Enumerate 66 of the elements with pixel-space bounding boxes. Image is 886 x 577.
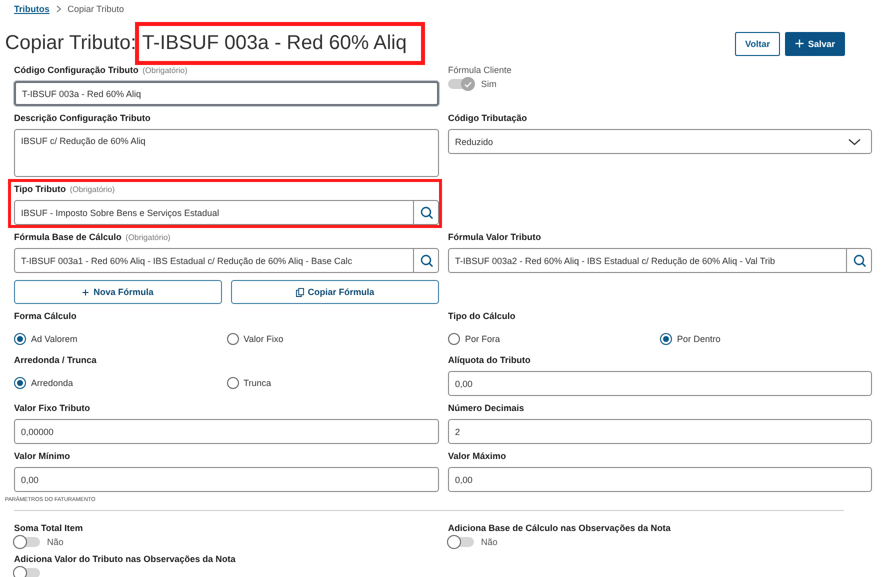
field-label: Código Tributação [448, 113, 528, 123]
check-icon [464, 80, 472, 88]
input-field[interactable]: T-IBSUF 003a - Red 60% Aliq [14, 81, 439, 106]
toggle-switch[interactable] [448, 537, 474, 547]
search-icon [852, 254, 866, 267]
radio-button[interactable] [660, 333, 672, 345]
new-formula-button[interactable]: Nova Fórmula [14, 280, 222, 304]
lookup-field[interactable]: T-IBSUF 003a1 - Red 60% Aliq - IBS Estadual c/ Redução de 60% Aliq - Base Calc [14, 248, 439, 273]
field-label: Número Decimais [448, 403, 524, 413]
input-field[interactable]: 0,00000 [14, 419, 439, 444]
radio-label: Valor Fixo [244, 334, 284, 344]
field-label: Fórmula Cliente [448, 65, 512, 75]
radio-label: Por Fora [465, 334, 500, 344]
input-field[interactable]: 0,00 [14, 467, 439, 492]
radio-button[interactable] [14, 377, 26, 389]
radio-button[interactable] [14, 333, 26, 345]
required-hint: (Obrigatório) [126, 233, 170, 242]
input-field[interactable]: 0,00 [448, 467, 872, 492]
field-label: Valor Fixo Tributo [14, 403, 90, 413]
toggle-label: Não [481, 537, 498, 547]
save-button[interactable]: Salvar [784, 32, 845, 56]
field-label: Tipo Tributo [14, 184, 66, 194]
breadcrumb-current: Copiar Tributo [68, 4, 124, 14]
radio-button[interactable] [448, 333, 460, 345]
toggle-switch[interactable] [14, 537, 40, 547]
toggle-switch[interactable] [14, 568, 40, 577]
radio-label: Por Dentro [677, 334, 721, 344]
toggle-label: Sim [481, 79, 496, 89]
field-label: Alíquota do Tributo [448, 355, 530, 365]
breadcrumb-link[interactable]: Tributos [14, 4, 50, 14]
input-field[interactable]: 0,00 [448, 371, 872, 396]
input-field[interactable]: 2 [448, 419, 872, 444]
copy-icon [296, 288, 304, 296]
caret-icon [848, 138, 861, 146]
required-hint: (Obrigatório) [142, 66, 188, 75]
radio-label: Arredonda [31, 378, 74, 388]
lookup-field[interactable]: T-IBSUF 003a2 - Red 60% Aliq - IBS Estadual c/ Redução de 60% Aliq - Val Trib [448, 248, 872, 273]
field-label: Fórmula Valor Tributo [448, 232, 542, 242]
copy-formula-button[interactable]: Copiar Fórmula [231, 280, 439, 304]
field-label: Adiciona Valor do Tributo nas Observações da Nota [14, 554, 236, 564]
plus-icon [794, 39, 804, 48]
field-label: Código Configuração Tributo [14, 65, 138, 75]
field-label: Valor Máximo [448, 451, 506, 461]
field-label: Valor Mínimo [14, 451, 70, 461]
radio-button[interactable] [226, 377, 238, 389]
radio-button[interactable] [226, 333, 238, 345]
search-icon [420, 254, 432, 267]
radio-label: Ad Valorem [31, 334, 78, 344]
field-label: Adiciona Base de Cálculo nas Observações da Nota [448, 523, 671, 533]
field-label: Soma Total Item [14, 523, 83, 533]
plus-icon [82, 288, 90, 296]
lookup-field[interactable]: IBSUF - Imposto Sobre Bens e Serviços Estadual [14, 200, 439, 225]
field-label: Forma Cálculo [14, 311, 77, 321]
field-label: Arredonda / Trunca [14, 355, 97, 365]
radio-label: Trunca [244, 378, 272, 388]
text-area[interactable]: IBSUF c/ Redução de 60% Aliq [14, 129, 439, 177]
page-title: Copiar Tributo: [5, 32, 136, 55]
dropdown-field[interactable]: Reduzido [448, 129, 872, 154]
search-icon [420, 206, 432, 219]
back-button[interactable]: Voltar [735, 32, 780, 56]
field-label: Descrição Configuração Tributo [14, 113, 151, 123]
toggle-label: Não [47, 537, 64, 547]
required-hint: (Obrigatório) [70, 185, 115, 194]
field-label: Tipo do Cálculo [448, 311, 516, 321]
chevron-icon [56, 5, 62, 13]
field-label: Fórmula Base de Cálculo [14, 232, 122, 242]
